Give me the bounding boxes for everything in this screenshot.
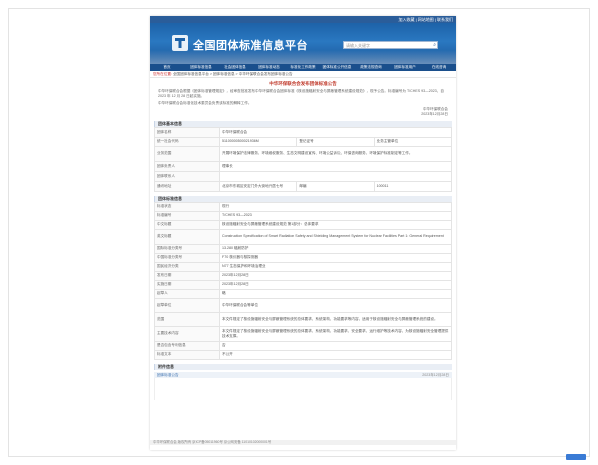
notice-paragraph-2: 中华环保联合会标准化技术委员会负责该标准的解释工作。 <box>158 101 252 106</box>
nav-item-policy[interactable]: 标准化工作政策 <box>286 64 320 71</box>
table-row: 发布日期 2023年12月28日 <box>154 270 452 281</box>
row-key: 团体联系人 <box>154 170 220 182</box>
table-row: 中文标题 核设施辐射安全与屏蔽管理系统建设规范 第1部分：总体要求 <box>154 219 452 230</box>
row-key: 中国标准分类号 <box>154 252 220 263</box>
table-row: 标准编号 T/CHES 93—2023 <box>154 210 452 221</box>
row-key: 国民经济分类 <box>154 261 220 272</box>
row-key: 发布日期 <box>154 270 220 281</box>
row-key: 中文标题 <box>154 219 220 230</box>
row-value: 中华环保联合会等单位 <box>219 297 452 313</box>
search-icon[interactable]: ⌕ <box>433 42 436 49</box>
row-key: 团体负责人 <box>154 160 220 172</box>
row-value: 2023年12月28日 <box>219 279 452 290</box>
row-key-2: 邮编 <box>296 180 375 192</box>
row-value: 现行 <box>219 201 452 212</box>
nav-item-home[interactable]: 首页 <box>150 64 184 71</box>
table-row: 团体负责人 理事长 <box>154 160 452 172</box>
nav-item-users[interactable]: 团体标准用户 <box>388 64 422 71</box>
row-value: 否 <box>219 340 452 351</box>
row-value: F70 核仪器与核探测器 <box>219 252 452 263</box>
row-value: 2023年12月28日 <box>219 270 452 281</box>
row-value: T/CHES 93—2023 <box>219 210 452 221</box>
row-key: 是否包含专利信息 <box>154 340 220 351</box>
row-key: 英文标题 <box>154 228 220 245</box>
row-key: 标准编号 <box>154 210 220 221</box>
table-row: 国际标准分类号 13.280 辐射防护 <box>154 243 452 254</box>
row-value-2: 100011 <box>373 180 453 192</box>
nav-item-public-info[interactable]: 团体标准公开信息 <box>320 64 354 71</box>
table-row: 国民经济分类 N77 生态保护和环境治理业 <box>154 261 452 272</box>
org-info-table: 团体名称 中华环保联合会 统一社会代码 51100000500021936M 登… <box>154 126 453 192</box>
row-key: 标准状态 <box>154 201 220 212</box>
nav-item-regulations[interactable]: 政策法规查询 <box>354 64 388 71</box>
top-links-bar[interactable]: 加入收藏 | 网站地图 | 联系我们 <box>150 16 456 23</box>
row-key: 起草人 <box>154 288 220 299</box>
breadcrumb-path[interactable]: 全国团体标准信息平台 > 团体标准信息 > 中华环保联合会发布团体标准公告 <box>173 72 293 76</box>
nav-item-standards[interactable]: 团体标准信息 <box>184 64 218 71</box>
attach-section-title: 附件信息 <box>154 363 452 370</box>
attachment-link[interactable]: 团体标准公告 <box>157 372 179 378</box>
main-nav: 首页 团体标准信息 社会团体信息 团体标准动态 标准化工作政策 团体标准公开信息… <box>150 64 456 71</box>
table-row: 标准状态 现行 <box>154 201 452 212</box>
row-key: 通讯地址 <box>154 180 220 192</box>
table-row: 起草人略 <box>154 288 452 299</box>
row-key: 统一社会代码 <box>154 136 220 147</box>
notice-paragraph-1: 中华环保联合会根据《团体标准管理规定》，经审查批准发布中华环保联合会团体标准《核… <box>158 89 444 99</box>
row-value: 13.280 辐射防护 <box>219 243 452 254</box>
table-row: 起草单位 中华环保联合会等单位 <box>154 297 452 313</box>
web-page: 加入收藏 | 网站地图 | 联系我们 全国团体标准信息平台 请输入关键字 ⌕ 首… <box>150 16 456 450</box>
row-value: 核设施辐射安全与屏蔽管理系统建设规范 第1部分：总体要求 <box>219 219 452 230</box>
row-key: 团体名称 <box>154 126 220 138</box>
banner-wave-decoration <box>150 50 456 64</box>
table-row: 主要技术内容 本文件规定了核设施辐射安全与屏蔽管理系统的总体要求、系统架构、功能要… <box>154 325 452 342</box>
table-row: 团体名称 中华环保联合会 <box>154 126 452 138</box>
row-value <box>219 170 452 182</box>
table-row: 标准文本 不公开 <box>154 349 452 360</box>
table-row: 实施日期 2023年12月28日 <box>154 279 452 290</box>
std-info-table: 标准状态 现行 标准编号 T/CHES 93—2023 中文标题 核设施辐射安全与屏蔽… <box>154 201 452 360</box>
table-row: 通讯地址 北京市东城区安定门外大街地兴居七号 邮编 100011 <box>154 180 453 192</box>
attachment-empty-area <box>154 377 452 400</box>
breadcrumb-label: 您所在位置: <box>153 72 172 76</box>
back-to-top-button[interactable] <box>566 454 586 460</box>
row-value: 本文件规定了核设施辐射安全与屏蔽管理系统的总体要求、系统架构、功能要求、安全要求… <box>219 325 452 342</box>
row-value: Construction Specification of Smart Radi… <box>219 228 452 245</box>
nav-item-groups[interactable]: 社会团体信息 <box>218 64 252 71</box>
table-row: 英文标题 Construction Specification of Smart … <box>154 228 452 245</box>
row-key: 主要技术内容 <box>154 325 220 342</box>
row-key: 范围 <box>154 311 220 327</box>
row-value: N77 生态保护和环境治理业 <box>219 261 452 272</box>
breadcrumb: 您所在位置: 全国团体标准信息平台 > 团体标准信息 > 中华环保联合会发布团体… <box>150 71 456 78</box>
nav-item-consult[interactable]: 在线咨询 <box>422 64 456 71</box>
table-row: 是否包含专利信息否 <box>154 340 452 351</box>
row-key: 国际标准分类号 <box>154 243 220 254</box>
row-value: 开展环境保护法律服务、环境维权服务、生态文明建设宣传、环境公益诉讼、环保咨询服务… <box>219 145 452 162</box>
row-value: 51100000500021936M <box>218 136 298 147</box>
search-input[interactable]: 请输入关键字 ⌕ <box>343 41 438 49</box>
row-key-2: 登记证号 <box>296 136 375 147</box>
row-value: 理事长 <box>219 160 452 172</box>
row-key: 业务范围 <box>154 145 220 162</box>
site-logo-icon <box>172 35 188 51</box>
search-placeholder: 请输入关键字 <box>346 43 370 48</box>
row-value: 北京市东城区安定门外大街地兴居七号 <box>218 180 298 192</box>
row-value: 本文件规定了核设施辐射安全与屏蔽管理系统的总体要求、系统架构、功能要求等内容，适… <box>219 311 452 327</box>
row-value: 略 <box>219 288 452 299</box>
row-value: 中华环保联合会 <box>219 126 452 138</box>
row-key: 起草单位 <box>154 297 220 313</box>
nav-item-news[interactable]: 团体标准动态 <box>252 64 286 71</box>
row-key: 实施日期 <box>154 279 220 290</box>
row-value-2: 业务主管单位 <box>373 136 453 147</box>
row-value: 不公开 <box>219 349 452 360</box>
attachment-date: 2023年12月28日 <box>422 372 449 377</box>
table-row: 范围 本文件规定了核设施辐射安全与屏蔽管理系统的总体要求、系统架构、功能要求等内容… <box>154 311 452 327</box>
row-key: 标准文本 <box>154 349 220 360</box>
table-row: 中国标准分类号 F70 核仪器与核探测器 <box>154 252 452 263</box>
page-footer: 中华环保联合会 版权所有 京ICP备05011960号 京公网安备 110101… <box>150 440 456 445</box>
table-row: 团体联系人 <box>154 170 452 182</box>
table-row: 业务范围 开展环境保护法律服务、环境维权服务、生态文明建设宣传、环境公益诉讼、环… <box>154 145 452 162</box>
notice-sign-date: 2023年12月28日 <box>421 111 448 116</box>
table-row: 统一社会代码 51100000500021936M 登记证号 业务主管单位 <box>154 136 453 147</box>
site-banner: 全国团体标准信息平台 请输入关键字 ⌕ <box>150 23 456 64</box>
